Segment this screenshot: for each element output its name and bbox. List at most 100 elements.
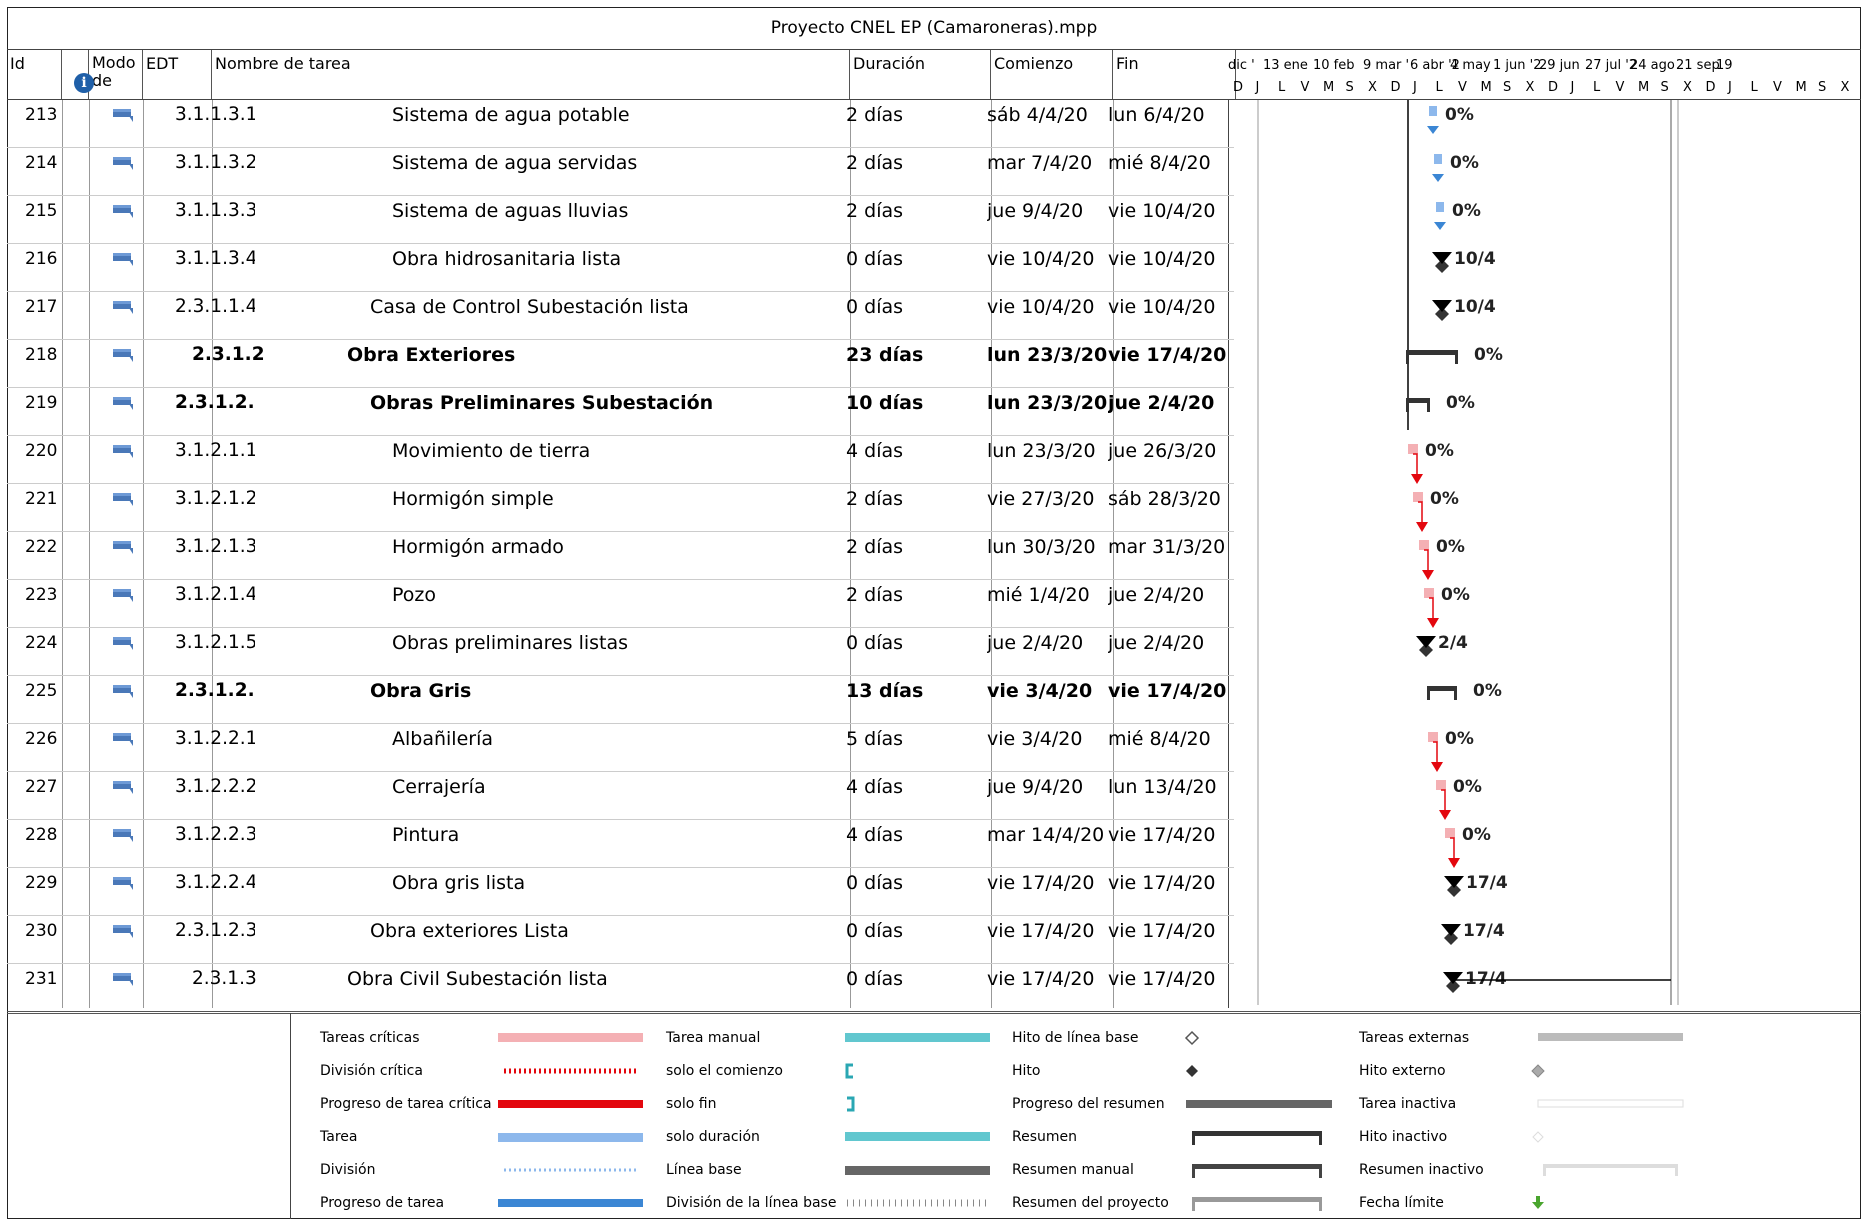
task-duration[interactable]: 0 días xyxy=(846,916,976,963)
task-start[interactable]: jue 2/4/20 xyxy=(987,628,1109,675)
task-id: 229 xyxy=(25,873,58,893)
col-header-mode[interactable]: Modo de xyxy=(89,50,143,99)
task-end[interactable]: vie 17/4/20 xyxy=(1108,340,1238,387)
task-start[interactable]: mar 14/4/20 xyxy=(987,820,1109,867)
task-duration[interactable]: 2 días xyxy=(846,148,976,195)
col-header-start[interactable]: Comienzo xyxy=(991,50,1113,99)
task-end[interactable]: vie 17/4/20 xyxy=(1108,916,1238,963)
table-row[interactable]: 224 3.1.2.1.5 Obras preliminares listas 0 d… xyxy=(7,628,1234,676)
task-start[interactable]: vie 10/4/20 xyxy=(987,292,1109,339)
task-duration[interactable]: 0 días xyxy=(846,244,976,291)
legend-label: Progreso del resumen xyxy=(1012,1096,1165,1112)
task-end[interactable]: jue 2/4/20 xyxy=(1108,628,1238,675)
task-start[interactable]: lun 23/3/20 xyxy=(987,388,1109,435)
task-name[interactable]: Obra Exteriores xyxy=(347,340,927,387)
task-end[interactable]: vie 10/4/20 xyxy=(1108,292,1238,339)
task-duration[interactable]: 0 días xyxy=(846,964,976,1011)
table-row[interactable]: 227 3.1.2.2.2 Cerrajería 4 días jue 9/4/20 lu… xyxy=(7,772,1234,820)
table-row[interactable]: 215 3.1.1.3.3 Sistema de aguas lluvias 2 dí… xyxy=(7,196,1234,244)
task-end[interactable]: lun 13/4/20 xyxy=(1108,772,1238,819)
task-end[interactable]: mar 31/3/20 xyxy=(1108,532,1238,579)
col-header-duration[interactable]: Duración xyxy=(850,50,991,99)
timeline-day: S xyxy=(1818,80,1827,95)
task-end[interactable]: vie 10/4/20 xyxy=(1108,244,1238,291)
task-start[interactable]: lun 23/3/20 xyxy=(987,340,1109,387)
task-duration[interactable]: 2 días xyxy=(846,532,976,579)
task-duration[interactable]: 2 días xyxy=(846,100,976,147)
task-duration[interactable]: 0 días xyxy=(846,868,976,915)
col-header-name[interactable]: Nombre de tarea xyxy=(212,50,850,99)
task-end[interactable]: jue 26/3/20 xyxy=(1108,436,1238,483)
task-start[interactable]: vie 3/4/20 xyxy=(987,724,1109,771)
task-end[interactable]: lun 6/4/20 xyxy=(1108,100,1238,147)
table-row[interactable]: 214 3.1.1.3.2 Sistema de agua servidas 2 dí… xyxy=(7,148,1234,196)
table-row[interactable]: 221 3.1.2.1.2 Hormigón simple 2 días vie 27/… xyxy=(7,484,1234,532)
task-end[interactable]: jue 2/4/20 xyxy=(1108,580,1238,627)
critical-task-bar xyxy=(1436,780,1446,790)
task-duration[interactable]: 13 días xyxy=(846,676,976,723)
table-row[interactable]: 230 2.3.1.2.3 Obra exteriores Lista 0 días v… xyxy=(7,916,1234,964)
task-end[interactable]: mié 8/4/20 xyxy=(1108,148,1238,195)
legend-label: Hito inactivo xyxy=(1359,1129,1448,1145)
table-row[interactable]: 226 3.1.2.2.1 Albañilería 5 días vie 3/4/20 m… xyxy=(7,724,1234,772)
col-header-edt[interactable]: EDT xyxy=(143,50,212,99)
task-id: 217 xyxy=(25,297,58,317)
task-end[interactable]: vie 17/4/20 xyxy=(1108,964,1238,1011)
task-end[interactable]: jue 2/4/20 xyxy=(1108,388,1238,435)
table-row[interactable]: 220 3.1.2.1.1 Movimiento de tierra 4 días lu… xyxy=(7,436,1234,484)
task-duration[interactable]: 4 días xyxy=(846,820,976,867)
task-id: 230 xyxy=(25,921,58,941)
legend-label: División crítica xyxy=(320,1063,423,1079)
link-arrow xyxy=(1434,222,1446,230)
task-start[interactable]: lun 30/3/20 xyxy=(987,532,1109,579)
task-duration[interactable]: 23 días xyxy=(846,340,976,387)
task-start[interactable]: mié 1/4/20 xyxy=(987,580,1109,627)
table-row[interactable]: 231 2.3.1.3 Obra Civil Subestación lista 0 … xyxy=(7,964,1234,1012)
table-row[interactable]: 2252.3.1.2.2Obra Gris13 díasvie 3/4/20vi… xyxy=(7,676,1234,724)
task-end[interactable]: vie 17/4/20 xyxy=(1108,820,1238,867)
task-duration[interactable]: 4 días xyxy=(846,772,976,819)
timeline-day: X xyxy=(1368,80,1377,95)
task-duration[interactable]: 4 días xyxy=(846,436,976,483)
task-start[interactable]: vie 10/4/20 xyxy=(987,244,1109,291)
table-row[interactable]: 223 3.1.2.1.4 Pozo 2 días mié 1/4/20 jue 2/4/… xyxy=(7,580,1234,628)
task-duration[interactable]: 0 días xyxy=(846,628,976,675)
table-row[interactable]: 213 3.1.1.3.1 Sistema de agua potable 2 día… xyxy=(7,100,1234,148)
task-end[interactable]: sáb 28/3/20 xyxy=(1108,484,1238,531)
timeline-day: L xyxy=(1435,80,1443,95)
task-start[interactable]: vie 27/3/20 xyxy=(987,484,1109,531)
task-start[interactable]: vie 3/4/20 xyxy=(987,676,1109,723)
table-row[interactable]: 229 3.1.2.2.4 Obra gris lista 0 días vie 17/… xyxy=(7,868,1234,916)
task-duration[interactable]: 10 días xyxy=(846,388,976,435)
task-start[interactable]: vie 17/4/20 xyxy=(987,868,1109,915)
task-duration[interactable]: 0 días xyxy=(846,292,976,339)
task-start[interactable]: mar 7/4/20 xyxy=(987,148,1109,195)
task-start[interactable]: lun 23/3/20 xyxy=(987,436,1109,483)
task-start[interactable]: vie 17/4/20 xyxy=(987,964,1109,1011)
legend-label: Resumen xyxy=(1012,1129,1078,1145)
table-row[interactable]: 228 3.1.2.2.3 Pintura 4 días mar 14/4/20 vie … xyxy=(7,820,1234,868)
table-row[interactable]: 222 3.1.2.1.3 Hormigón armado 2 días lun 30/… xyxy=(7,532,1234,580)
task-start[interactable]: jue 9/4/20 xyxy=(987,196,1109,243)
table-row[interactable]: 218 2.3.1.2 Obra Exteriores 23 días lun 23/3… xyxy=(7,340,1234,388)
timeline-month: 19 xyxy=(1716,58,1733,73)
table-row[interactable]: 216 3.1.1.3.4 Obra hidrosanitaria lista 0 d… xyxy=(7,244,1234,292)
col-header-id[interactable]: Id xyxy=(7,50,62,99)
task-end[interactable]: vie 10/4/20 xyxy=(1108,196,1238,243)
table-row[interactable]: 217 2.3.1.1.4 Casa de Control Subestación … xyxy=(7,292,1234,340)
task-duration[interactable]: 2 días xyxy=(846,580,976,627)
task-start[interactable]: vie 17/4/20 xyxy=(987,916,1109,963)
task-start[interactable]: jue 9/4/20 xyxy=(987,772,1109,819)
task-edt: 3.1.2.2.1 xyxy=(175,728,255,749)
task-duration[interactable]: 2 días xyxy=(846,484,976,531)
table-row[interactable]: 2192.3.1.2.1Obras Preliminares Subestaci… xyxy=(7,388,1234,436)
critical-link-arrow xyxy=(1439,810,1451,820)
task-end[interactable]: vie 17/4/20 xyxy=(1108,676,1238,723)
task-duration[interactable]: 2 días xyxy=(846,196,976,243)
task-end[interactable]: mié 8/4/20 xyxy=(1108,724,1238,771)
task-start[interactable]: sáb 4/4/20 xyxy=(987,100,1109,147)
task-end[interactable]: vie 17/4/20 xyxy=(1108,868,1238,915)
task-duration[interactable]: 5 días xyxy=(846,724,976,771)
col-header-end[interactable]: Fin xyxy=(1113,50,1236,99)
task-name[interactable]: Obra Civil Subestación lista xyxy=(347,964,927,1011)
